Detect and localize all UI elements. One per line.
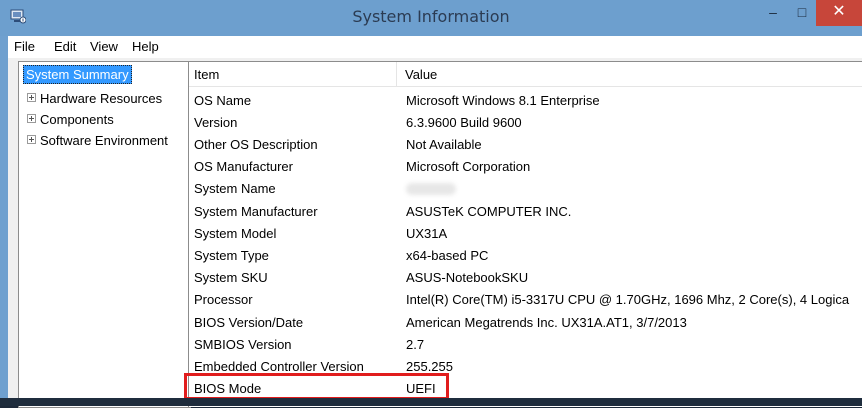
row-item: Other OS Description bbox=[194, 137, 318, 152]
tree-item-label: Components bbox=[40, 112, 114, 127]
row-item: OS Manufacturer bbox=[194, 159, 293, 174]
redacted-system-name bbox=[406, 183, 456, 195]
row-value: 255.255 bbox=[406, 359, 453, 374]
expand-icon[interactable] bbox=[27, 135, 36, 144]
row-item: Processor bbox=[194, 292, 253, 307]
row-value: 6.3.9600 Build 9600 bbox=[406, 115, 522, 130]
menu-file[interactable]: File bbox=[14, 39, 35, 54]
tree-item-hardware-resources[interactable]: Hardware Resources bbox=[27, 91, 162, 106]
column-divider[interactable] bbox=[396, 62, 397, 86]
details-list: Item Value OS Name Microsoft Windows 8.1… bbox=[188, 61, 862, 407]
row-item: Embedded Controller Version bbox=[194, 359, 364, 374]
window-frame: System Information – □ ✕ File Edit View … bbox=[0, 0, 862, 408]
tree-item-components[interactable]: Components bbox=[27, 112, 114, 127]
client-area: System Summary Hardware Resources Compon… bbox=[8, 58, 862, 408]
row-item: SMBIOS Version bbox=[194, 337, 292, 352]
row-value: Intel(R) Core(TM) i5-3317U CPU @ 1.70GHz… bbox=[406, 292, 850, 307]
row-value: ASUSTeK COMPUTER INC. bbox=[406, 204, 572, 219]
row-item: BIOS Version/Date bbox=[194, 315, 304, 330]
row-item: System Model bbox=[194, 226, 277, 241]
menu-bar: File Edit View Help bbox=[8, 36, 862, 59]
row-item: System Manufacturer bbox=[194, 204, 318, 219]
row-value: Microsoft Windows 8.1 Enterprise bbox=[406, 93, 600, 108]
tree-item-label: Hardware Resources bbox=[40, 91, 163, 106]
table-row[interactable]: BIOS Version/Date American Megatrends In… bbox=[189, 312, 862, 334]
row-value: American Megatrends Inc. UX31A.AT1, 3/7/… bbox=[406, 315, 687, 330]
expand-icon[interactable] bbox=[27, 114, 36, 123]
table-row[interactable]: SMBIOS Version 2.7 bbox=[189, 334, 862, 356]
title-bar[interactable]: System Information – □ ✕ bbox=[0, 0, 862, 36]
category-tree[interactable]: System Summary Hardware Resources Compon… bbox=[18, 61, 191, 408]
row-item: System Name bbox=[194, 181, 276, 196]
close-button[interactable]: ✕ bbox=[816, 0, 862, 26]
table-row[interactable]: Other OS Description Not Available bbox=[189, 134, 862, 156]
menu-edit[interactable]: Edit bbox=[54, 39, 76, 54]
row-value: x64-based PC bbox=[406, 248, 489, 263]
table-row[interactable]: System Model UX31A bbox=[189, 223, 862, 245]
row-value: Not Available bbox=[406, 137, 482, 152]
tree-item-system-summary[interactable]: System Summary bbox=[23, 65, 132, 84]
menu-view[interactable]: View bbox=[90, 39, 118, 54]
row-value: UX31A bbox=[406, 226, 448, 241]
bios-mode-highlight bbox=[184, 373, 449, 400]
column-header-item[interactable]: Item bbox=[194, 67, 219, 82]
table-row[interactable]: System Manufacturer ASUSTeK COMPUTER INC… bbox=[189, 201, 862, 223]
table-row[interactable]: System Name bbox=[189, 178, 862, 200]
table-row[interactable]: System Type x64-based PC bbox=[189, 245, 862, 267]
table-row[interactable]: Processor Intel(R) Core(TM) i5-3317U CPU… bbox=[189, 289, 862, 311]
expand-icon[interactable] bbox=[27, 93, 36, 102]
tree-item-software-environment[interactable]: Software Environment bbox=[27, 133, 168, 148]
row-value: 2.7 bbox=[406, 337, 425, 352]
tree-item-label: Software Environment bbox=[40, 133, 168, 148]
table-row[interactable]: OS Manufacturer Microsoft Corporation bbox=[189, 156, 862, 178]
row-value: Microsoft Corporation bbox=[406, 159, 531, 174]
row-item: OS Name bbox=[194, 93, 252, 108]
row-item: Version bbox=[194, 115, 238, 130]
table-row[interactable]: Version 6.3.9600 Build 9600 bbox=[189, 112, 862, 134]
column-header-value[interactable]: Value bbox=[405, 67, 437, 82]
list-header: Item Value bbox=[189, 62, 862, 87]
table-row[interactable]: System SKU ASUS-NotebookSKU bbox=[189, 267, 862, 289]
menu-help[interactable]: Help bbox=[132, 39, 159, 54]
window-title: System Information bbox=[352, 7, 510, 26]
minimize-button[interactable]: – bbox=[760, 0, 786, 26]
maximize-button[interactable]: □ bbox=[789, 0, 815, 26]
row-item: System SKU bbox=[194, 270, 268, 285]
row-value: ASUS-NotebookSKU bbox=[406, 270, 529, 285]
window-bottom-edge bbox=[0, 398, 862, 406]
row-item: System Type bbox=[194, 248, 269, 263]
table-row[interactable]: OS Name Microsoft Windows 8.1 Enterprise bbox=[189, 90, 862, 112]
